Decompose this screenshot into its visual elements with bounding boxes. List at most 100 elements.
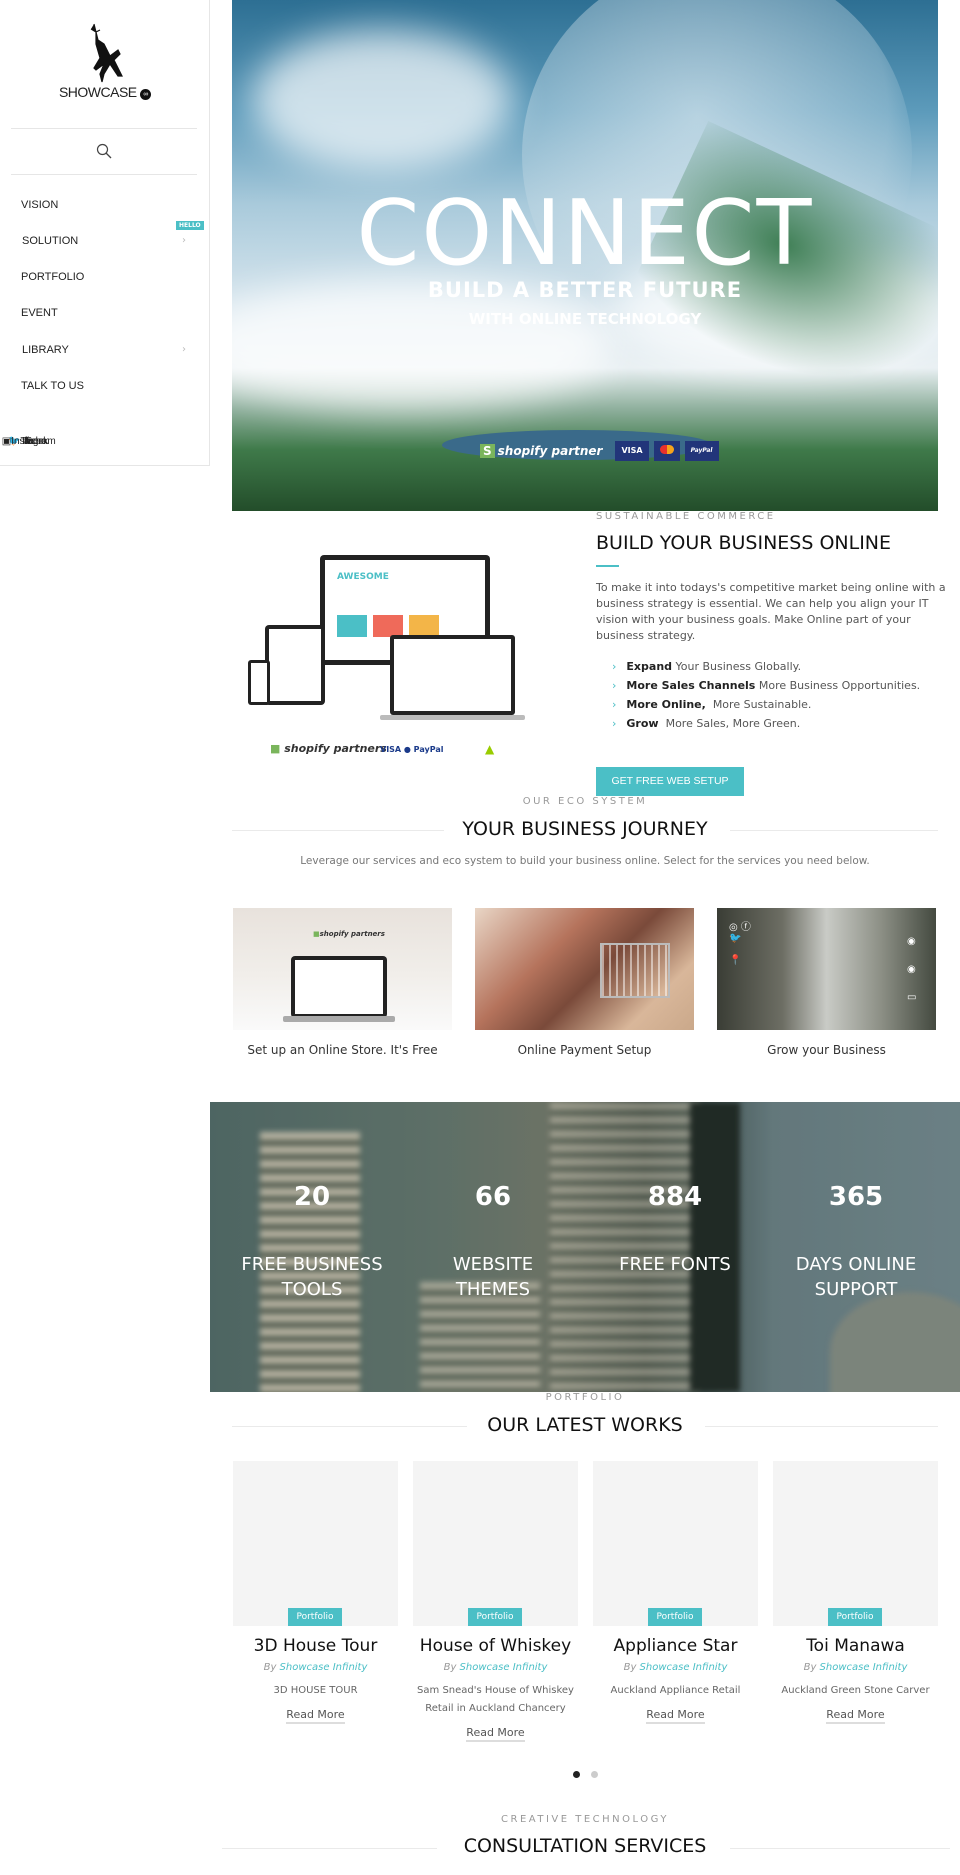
journey-caption[interactable]: Online Payment Setup — [475, 1043, 694, 1057]
journey-caption[interactable]: Grow your Business — [717, 1043, 936, 1057]
author-link[interactable]: Showcase Infinity — [280, 1662, 368, 1673]
business-title: BUILD YOUR BUSINESS ONLINE — [596, 532, 892, 554]
accent-underline — [596, 565, 619, 567]
menu-item-vision[interactable]: VISION — [21, 199, 58, 211]
menu-item-portfolio[interactable]: PORTFOLIO — [21, 271, 84, 283]
hero-tagline: WITH ONLINE TECHNOLOGY — [468, 310, 702, 328]
stat-label: WEBSITE THEMES — [452, 1254, 534, 1300]
hero-banner: CONNECT BUILD A BETTER FUTURE WITH ONLIN… — [232, 0, 938, 511]
apple-android-icons: ▲ — [485, 742, 495, 756]
read-more-link[interactable]: Read More — [286, 1708, 345, 1724]
paypal-badge: PayPal — [684, 441, 719, 461]
logo-text[interactable]: SHOWCASE ∞ — [0, 84, 210, 100]
portfolio-thumbnail[interactable]: Portfolio — [413, 1461, 578, 1626]
stat-label: FREE FONTS — [619, 1254, 731, 1275]
get-free-web-setup-button[interactable]: GET FREE WEB SETUP — [596, 767, 744, 796]
menu-item-talk-to-us[interactable]: TALK TO US — [21, 380, 84, 392]
portfolio-eyebrow: PORTFOLIO — [545, 1392, 625, 1403]
instagram-icon: ▣ — [1, 436, 12, 447]
portfolio-description: Auckland Green Stone Carver — [781, 1685, 930, 1696]
chevron-right-icon[interactable]: › — [182, 344, 186, 355]
social-links: fFacebook 🐦Twitter ▣Instagram — [2, 436, 56, 447]
portfolio-tag[interactable]: Portfolio — [828, 1608, 882, 1626]
hello-badge: HELLO — [176, 221, 204, 230]
chevron-right-icon: › — [612, 679, 617, 692]
portfolio-description: 3D HOUSE TOUR — [273, 1685, 358, 1696]
consultation-eyebrow: CREATIVE TECHNOLOGY — [501, 1814, 669, 1825]
journey-eyebrow: OUR ECO SYSTEM — [522, 796, 648, 807]
stat-value: 66 — [474, 1182, 512, 1212]
portfolio-card[interactable]: Portfolio Toi Manawa By Showcase Infinit… — [773, 1461, 938, 1724]
chevron-right-icon: › — [612, 717, 617, 730]
shopify-partners-logo: ■ shopify partners — [270, 742, 387, 755]
stat-value: 20 — [293, 1182, 331, 1212]
menu-item-event[interactable]: EVENT — [21, 307, 58, 319]
grow-business-image[interactable]: ◎ ⓕ 🐦 📍 ◉ ◉ ▭ — [717, 908, 936, 1030]
business-benefits-list: › Expand Your Business Globally. › More Sa… — [612, 660, 920, 736]
chevron-right-icon: › — [612, 698, 617, 711]
read-more-link[interactable]: Read More — [466, 1726, 525, 1742]
chevron-right-icon: › — [612, 660, 617, 673]
journey-subtitle: Leverage our services and eco system to … — [300, 855, 870, 867]
stat-label: FREE BUSINESS TOOLS — [241, 1254, 383, 1300]
mastercard-badge — [653, 441, 680, 461]
shopify-bag-icon: S — [480, 444, 495, 458]
infinity-icon: ∞ — [140, 89, 152, 100]
hero-subtitle: BUILD A BETTER FUTURE — [427, 278, 743, 302]
portfolio-author: By Showcase Infinity — [263, 1662, 368, 1673]
stat-label: DAYS ONLINE SUPPORT — [795, 1254, 917, 1300]
carousel-dot-active[interactable] — [573, 1771, 580, 1778]
divider — [11, 174, 197, 175]
phone — [248, 660, 270, 705]
menu-item-library[interactable]: LIBRARY — [22, 344, 69, 356]
devices-illustration: AWESOME ■ shopify partners VISA ● PayPal… — [240, 540, 570, 765]
portfolio-card[interactable]: Portfolio House of Whiskey By Showcase I… — [413, 1461, 578, 1742]
online-payment-image[interactable] — [475, 908, 694, 1030]
portfolio-description: Auckland Appliance Retail — [610, 1685, 741, 1696]
journey-caption[interactable]: Set up an Online Store. It's Free — [233, 1043, 452, 1057]
portfolio-thumbnail[interactable]: Portfolio — [773, 1461, 938, 1626]
online-store-image[interactable]: ■shopify partners — [233, 908, 452, 1030]
portfolio-tag[interactable]: Portfolio — [648, 1608, 702, 1626]
portfolio-thumbnail[interactable]: Portfolio — [593, 1461, 758, 1626]
author-link[interactable]: Showcase Infinity — [460, 1662, 548, 1673]
sidebar: SHOWCASE ∞ VISION SOLUTION HELLO › PORTF… — [0, 0, 210, 466]
portfolio-author: By Showcase Infinity — [803, 1662, 908, 1673]
portfolio-card[interactable]: Portfolio 3D House Tour By Showcase Infi… — [233, 1461, 398, 1724]
shopify-partner-badge: Sshopify partner — [480, 444, 602, 458]
journey-title: YOUR BUSINESS JOURNEY — [462, 818, 708, 840]
hero-title: CONNECT — [356, 181, 814, 286]
portfolio-tag[interactable]: Portfolio — [468, 1608, 522, 1626]
author-link[interactable]: Showcase Infinity — [640, 1662, 728, 1673]
portfolio-item-title[interactable]: 3D House Tour — [233, 1636, 398, 1656]
portfolio-item-title[interactable]: House of Whiskey — [413, 1636, 578, 1656]
portfolio-card[interactable]: Portfolio Appliance Star By Showcase Inf… — [593, 1461, 758, 1724]
laptop — [390, 635, 515, 715]
tablet — [265, 625, 325, 705]
sale-icons: ◉ ◉ ▭ — [907, 936, 917, 1003]
portfolio-author: By Showcase Infinity — [443, 1662, 548, 1673]
list-item: › More Online, More Sustainable. — [612, 698, 812, 711]
search-icon[interactable] — [96, 143, 112, 159]
portfolio-item-title[interactable]: Appliance Star — [593, 1636, 758, 1656]
read-more-link[interactable]: Read More — [826, 1708, 885, 1724]
read-more-link[interactable]: Read More — [646, 1708, 705, 1724]
social-media-icons: ◎ ⓕ 🐦 📍 — [729, 922, 751, 966]
list-item: › Expand Your Business Globally. — [612, 660, 802, 673]
portfolio-title: OUR LATEST WORKS — [487, 1414, 683, 1436]
stat-value: 884 — [647, 1182, 703, 1212]
menu-item-solution[interactable]: SOLUTION — [22, 235, 78, 247]
chevron-right-icon[interactable]: › — [182, 235, 186, 246]
business-eyebrow: SUSTAINABLE COMMERCE — [596, 511, 776, 522]
author-link[interactable]: Showcase Infinity — [820, 1662, 908, 1673]
instagram-link[interactable]: ▣Instagram — [2, 436, 56, 447]
portfolio-tag[interactable]: Portfolio — [288, 1608, 342, 1626]
divider — [11, 128, 197, 129]
cloud — [252, 30, 512, 170]
carousel-dot[interactable] — [591, 1771, 598, 1778]
payment-logos: VISA ● PayPal — [380, 745, 444, 754]
portfolio-item-title[interactable]: Toi Manawa — [773, 1636, 938, 1656]
deer-logo-icon[interactable] — [80, 22, 134, 84]
stats-banner: 20 FREE BUSINESS TOOLS 66 WEBSITE THEMES… — [210, 1102, 960, 1392]
portfolio-thumbnail[interactable]: Portfolio — [233, 1461, 398, 1626]
